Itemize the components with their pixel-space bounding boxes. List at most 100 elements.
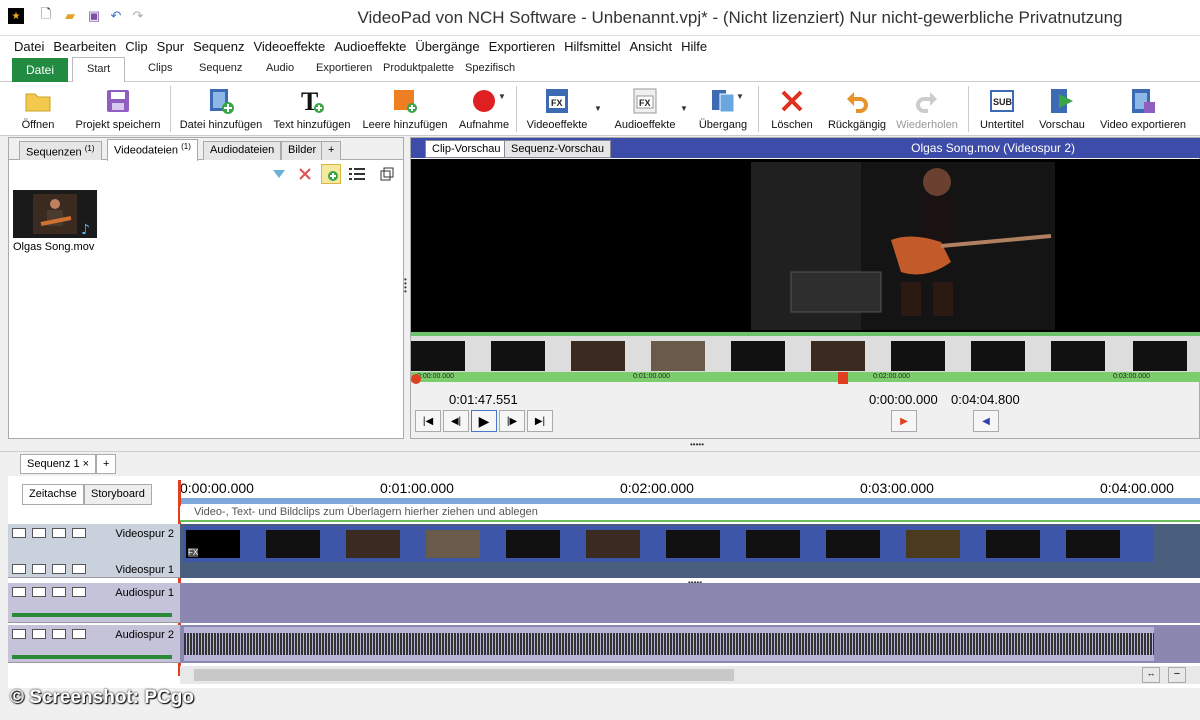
new-project-icon[interactable]: 🗋 (38, 6, 54, 24)
clip-scrub-bar[interactable]: 0:00:00.000 0:01:00.000 0:02:00.000 0:03… (411, 372, 1200, 382)
video-track[interactable]: FX (180, 524, 1200, 578)
track-menu-icon[interactable] (72, 587, 86, 597)
delete-button[interactable]: Löschen (766, 82, 818, 136)
set-out-point-button[interactable]: ◀ (973, 410, 999, 432)
add-sequence-button[interactable]: + (96, 454, 117, 474)
export-video-button[interactable]: Video exportieren (1094, 82, 1192, 136)
tab-clips[interactable]: Clips (148, 62, 172, 74)
add-media-icon[interactable] (321, 164, 341, 184)
list-view-icon[interactable] (347, 164, 367, 184)
track-toggle-icon[interactable] (12, 564, 26, 574)
video-clip[interactable]: FX (184, 526, 1154, 562)
track-toggle-icon[interactable] (12, 629, 26, 639)
close-icon[interactable]: × (83, 458, 89, 470)
scroll-thumb[interactable] (194, 669, 734, 681)
video-preview[interactable] (411, 159, 1200, 332)
play-button[interactable]: ▶ (471, 410, 497, 432)
audio-track-1[interactable] (180, 583, 1200, 623)
lock-icon[interactable] (52, 528, 66, 538)
eye-icon[interactable] (32, 528, 46, 538)
track-menu-icon[interactable] (72, 564, 86, 574)
lock-icon[interactable] (52, 587, 66, 597)
skip-start-button[interactable]: |◀ (415, 410, 441, 432)
step-forward-button[interactable]: |▶ (499, 410, 525, 432)
add-file-button[interactable]: Datei hinzufügen (176, 82, 266, 136)
tab-bilder[interactable]: Bilder (281, 141, 324, 160)
menu-hilfe[interactable]: Hilfe (681, 39, 707, 54)
time-ruler[interactable]: 0:00:00.000 0:01:00.000 0:02:00.000 0:03… (180, 476, 1200, 504)
open-folder-icon[interactable]: ▰ (62, 8, 78, 24)
audio-waveform[interactable] (184, 627, 1154, 661)
tab-sequenzen[interactable]: Sequenzen (1) (19, 141, 102, 160)
fit-timeline-icon[interactable]: ↔ (1142, 667, 1160, 683)
step-back-button[interactable]: ◀| (443, 410, 469, 432)
sequence-tab[interactable]: Sequenz 1 × (20, 454, 97, 474)
lock-icon[interactable] (52, 629, 66, 639)
preview-button[interactable]: Vorschau (1036, 82, 1088, 136)
open-button[interactable]: Öffnen (14, 82, 62, 136)
tab-sequenz[interactable]: Sequenz (199, 62, 242, 74)
menu-bearbeiten[interactable]: Bearbeiten (53, 39, 116, 54)
audio-effects-dropdown-icon[interactable]: ▼ (680, 104, 688, 113)
menu-exportieren[interactable]: Exportieren (489, 39, 555, 54)
media-thumbnail[interactable]: ♪ (13, 190, 97, 238)
speaker-icon[interactable] (32, 587, 46, 597)
tab-videodateien[interactable]: Videodateien (1) (107, 139, 198, 161)
playhead-marker[interactable] (838, 372, 848, 384)
tab-storyboard[interactable]: Storyboard (84, 484, 152, 505)
video-effects-button[interactable]: FX Videoeffekte (522, 82, 592, 136)
tab-audio[interactable]: Audio (266, 62, 294, 74)
clip-filmstrip[interactable] (411, 332, 1200, 374)
speaker-icon[interactable] (32, 629, 46, 639)
eye-icon[interactable] (32, 564, 46, 574)
redo-button[interactable]: Wiederholen (892, 82, 962, 136)
tab-add[interactable]: + (321, 141, 342, 160)
save-icon[interactable]: ▣ (86, 8, 102, 24)
track-menu-icon[interactable] (72, 528, 86, 538)
transition-button[interactable]: Übergang (694, 82, 752, 136)
audio-effects-button[interactable]: FX Audioeffekte (608, 82, 682, 136)
tab-exportieren[interactable]: Exportieren (316, 62, 372, 74)
tab-zeitachse[interactable]: Zeitachse (22, 484, 84, 505)
video-effects-dropdown-icon[interactable]: ▼ (594, 104, 602, 113)
import-icon[interactable] (269, 164, 289, 184)
menu-sequenz[interactable]: Sequenz (193, 39, 244, 54)
track-menu-icon[interactable] (72, 629, 86, 639)
tab-sequence-preview[interactable]: Sequenz-Vorschau (504, 140, 611, 158)
timeline-scrollbar[interactable]: ↔ − (180, 666, 1200, 684)
tab-datei[interactable]: Datei (12, 58, 68, 82)
transition-dropdown-icon[interactable]: ▼ (736, 92, 744, 101)
add-blank-button[interactable]: Leere hinzufügen (360, 82, 450, 136)
menu-spur[interactable]: Spur (157, 39, 184, 54)
tab-start[interactable]: Start (72, 57, 126, 83)
track-toggle-icon[interactable] (12, 528, 26, 538)
zoom-out-icon[interactable]: − (1168, 667, 1186, 683)
in-point-marker[interactable] (411, 374, 421, 384)
lock-icon[interactable] (52, 564, 66, 574)
detach-panel-icon[interactable] (377, 164, 397, 184)
tab-spezifisch[interactable]: Spezifisch (465, 62, 515, 74)
save-project-button[interactable]: Projekt speichern (72, 82, 164, 136)
remove-icon[interactable] (295, 164, 315, 184)
audio-track-2[interactable] (180, 625, 1200, 663)
record-button[interactable]: Aufnahme (456, 82, 512, 136)
menu-videoeffekte[interactable]: Videoeffekte (253, 39, 325, 54)
tab-clip-preview[interactable]: Clip-Vorschau (425, 140, 508, 158)
track-toggle-icon[interactable] (12, 587, 26, 597)
menu-clip[interactable]: Clip (125, 39, 147, 54)
undo-icon[interactable]: ↶ (108, 8, 124, 24)
add-text-button[interactable]: T Text hinzufügen (270, 82, 354, 136)
record-dropdown-icon[interactable]: ▼ (498, 92, 506, 101)
menu-datei[interactable]: Datei (14, 39, 44, 54)
undo-button[interactable]: Rückgängig (824, 82, 890, 136)
set-in-point-button[interactable]: ▶ (891, 410, 917, 432)
tab-produktpalette[interactable]: Produktpalette (383, 62, 454, 74)
skip-end-button[interactable]: ▶| (527, 410, 553, 432)
menu-audioeffekte[interactable]: Audioeffekte (334, 39, 406, 54)
menu-ansicht[interactable]: Ansicht (629, 39, 672, 54)
menu-hilfsmittel[interactable]: Hilfsmittel (564, 39, 620, 54)
redo-icon[interactable]: ↷ (130, 8, 146, 24)
subtitle-button[interactable]: SUB Untertitel (974, 82, 1030, 136)
menu-uebergaenge[interactable]: Übergänge (415, 39, 479, 54)
horizontal-splitter[interactable]: ••••• (690, 440, 704, 449)
